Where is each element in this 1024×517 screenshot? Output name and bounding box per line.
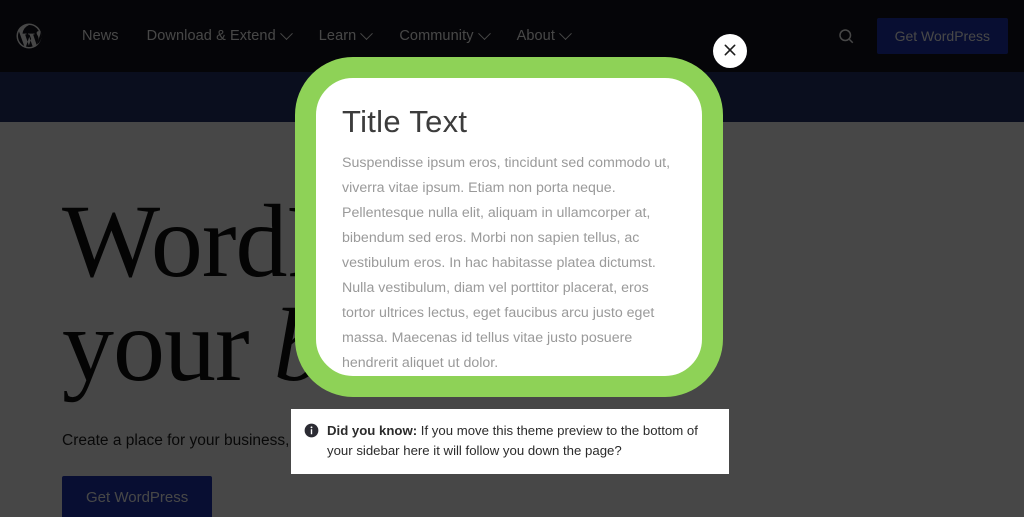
modal-body-text: Suspendisse ipsum eros, tincidunt sed co… xyxy=(342,155,671,371)
did-you-know-notice: Did you know: If you move this theme pre… xyxy=(291,409,729,475)
theme-preview-modal: Title Text Suspendisse ipsum eros, tinci… xyxy=(295,57,723,397)
close-x-icon xyxy=(722,42,738,61)
notice-text: Did you know: If you move this theme pre… xyxy=(327,421,713,461)
modal-title: Title Text xyxy=(342,104,468,139)
notice-lead: Did you know: xyxy=(327,423,418,438)
close-modal-button[interactable] xyxy=(713,34,747,68)
info-circle-icon xyxy=(304,423,319,438)
modal-content: Title Text Suspendisse ipsum eros, tinci… xyxy=(316,78,702,376)
screenshot-root: News Download & Extend Learn Community A… xyxy=(0,0,1024,517)
